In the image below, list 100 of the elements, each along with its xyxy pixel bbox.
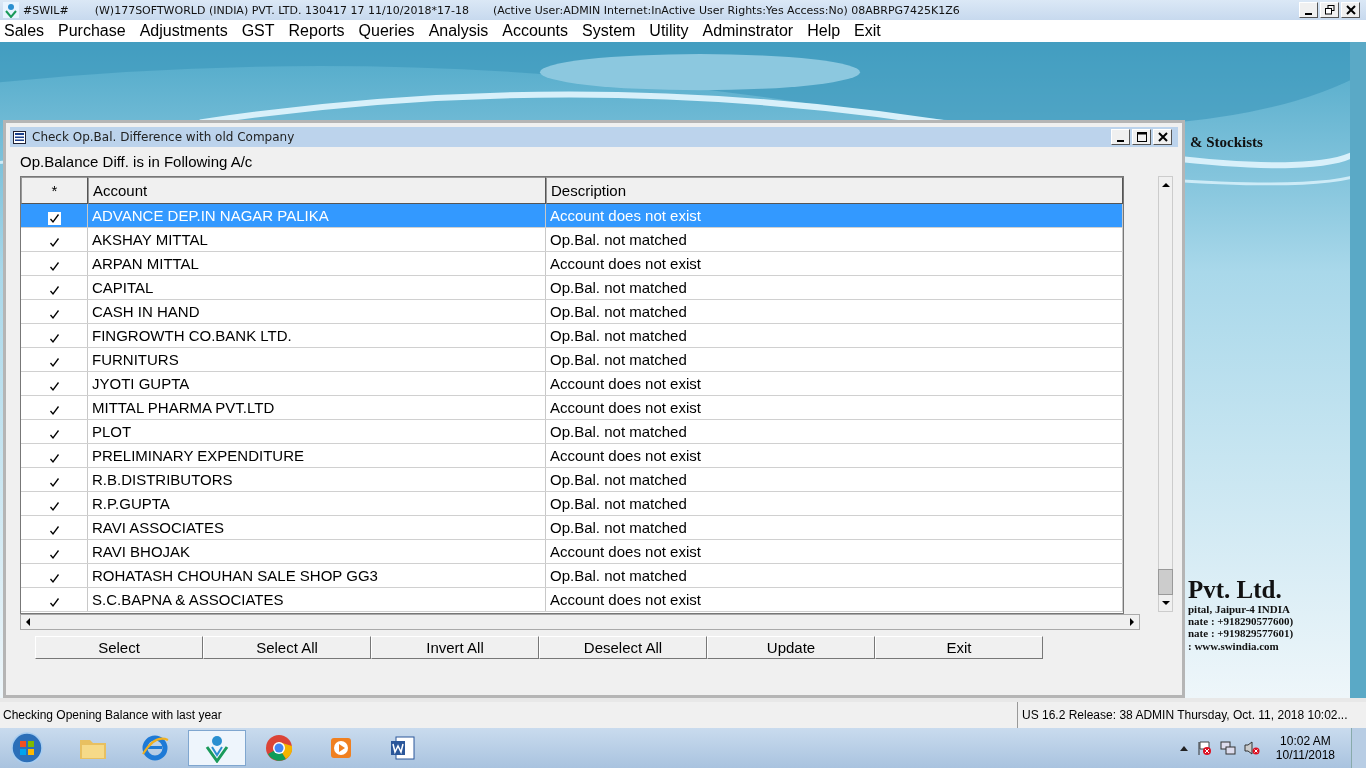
table-cell: FINGROWTH CO.BANK LTD.	[88, 324, 546, 347]
checkbox[interactable]	[47, 260, 61, 273]
menu-item[interactable]: Sales	[4, 22, 45, 40]
document-icon	[388, 734, 418, 762]
table-row[interactable]: JYOTI GUPTA Account does not exist	[21, 372, 1123, 396]
menu-item[interactable]: Help	[807, 22, 841, 40]
browser-icon	[140, 734, 170, 762]
table-cell: R.B.DISTRIBUTORS	[88, 468, 546, 491]
checkbox[interactable]	[47, 356, 61, 369]
table-row[interactable]: ARPAN MITTAL Account does not exist	[21, 252, 1123, 276]
menu-item[interactable]: Utility	[649, 22, 689, 40]
action-button[interactable]: Update	[707, 636, 875, 659]
menu-item[interactable]: Adjustments	[139, 22, 228, 40]
table-cell: Op.Bal. not matched	[546, 420, 1123, 443]
menu-item[interactable]: Analysis	[428, 22, 489, 40]
vertical-scrollbar[interactable]	[1158, 176, 1173, 612]
action-button[interactable]: Invert All	[371, 636, 539, 659]
table-row[interactable]: S.C.BAPNA & ASSOCIATES Account does not exist	[21, 588, 1123, 612]
restore-icon	[1324, 5, 1335, 15]
checkbox[interactable]	[47, 572, 61, 585]
table-cell: Account does not exist	[546, 540, 1123, 563]
column-header[interactable]: Description	[546, 177, 1123, 204]
menu-item[interactable]: Accounts	[502, 22, 568, 40]
close-icon	[1157, 132, 1168, 142]
menu-item[interactable]: System	[582, 22, 636, 40]
checkbox[interactable]	[47, 452, 61, 465]
table-row[interactable]: PLOT Op.Bal. not matched	[21, 420, 1123, 444]
start-button[interactable]	[10, 731, 44, 765]
minimize-button[interactable]	[1111, 129, 1130, 145]
checkbox[interactable]	[47, 596, 61, 609]
table-row[interactable]: PRELIMINARY EXPENDITURE Account does not exist	[21, 444, 1123, 468]
up-arrow-icon[interactable]	[1161, 181, 1170, 189]
table-cell: PLOT	[88, 420, 546, 443]
address-line: nate : +918290577600)	[1188, 615, 1294, 628]
status-message: Checking Opening Balance with last year	[2, 708, 222, 722]
caption-text: Op.Balance Diff. is in Following A/c	[20, 153, 254, 170]
horizontal-scrollbar[interactable]	[20, 614, 1140, 630]
company-info: (W)177SOFTWORLD (INDIA) PVT. LTD. 130417 17 11/10/2018*17-18	[94, 3, 469, 17]
flag-icon[interactable]	[1195, 740, 1212, 756]
maximize-button[interactable]	[1132, 129, 1151, 145]
column-header[interactable]: Account	[88, 177, 546, 204]
checkbox[interactable]	[47, 308, 61, 321]
table-row[interactable]: FINGROWTH CO.BANK LTD. Op.Bal. not matched	[21, 324, 1123, 348]
checkbox[interactable]	[47, 380, 61, 393]
checkbox[interactable]	[47, 236, 61, 249]
menu-item[interactable]: GST	[241, 22, 275, 40]
menu-list-icon	[13, 130, 26, 144]
checkbox[interactable]	[47, 524, 61, 537]
checkbox[interactable]	[47, 332, 61, 345]
table-cell: Account does not exist	[546, 372, 1123, 395]
taskbar-app[interactable]	[188, 730, 246, 766]
table-row[interactable]: CASH IN HAND Op.Bal. not matched	[21, 300, 1123, 324]
table-cell: RAVI ASSOCIATES	[88, 516, 546, 539]
action-button[interactable]: Select All	[203, 636, 371, 659]
checkbox[interactable]	[47, 404, 61, 417]
table-row[interactable]: R.P.GUPTA Op.Bal. not matched	[21, 492, 1123, 516]
left-arrow-icon[interactable]	[24, 618, 32, 626]
show-hidden-icon[interactable]	[1179, 745, 1188, 751]
menu-item[interactable]: Purchase	[58, 22, 126, 40]
table-cell: Account does not exist	[546, 588, 1123, 611]
close-button[interactable]	[1153, 129, 1172, 145]
network-icon[interactable]	[1219, 740, 1236, 756]
checkbox[interactable]	[47, 212, 61, 225]
checkbox[interactable]	[47, 500, 61, 513]
table-row[interactable]: MITTAL PHARMA PVT.LTD Account does not exist	[21, 396, 1123, 420]
close-button[interactable]	[1341, 2, 1360, 18]
menu-item[interactable]: Queries	[358, 22, 415, 40]
checkbox[interactable]	[47, 428, 61, 441]
table-cell: Op.Bal. not matched	[546, 348, 1123, 371]
action-button[interactable]: Deselect All	[539, 636, 707, 659]
maximize-icon	[1136, 132, 1147, 142]
table-row[interactable]: RAVI BHOJAK Account does not exist	[21, 540, 1123, 564]
table-row[interactable]: R.B.DISTRIBUTORS Op.Bal. not matched	[21, 468, 1123, 492]
speaker-muted-icon[interactable]	[1243, 740, 1260, 756]
table-row[interactable]: CAPITAL Op.Bal. not matched	[21, 276, 1123, 300]
menu-item[interactable]: Adminstrator	[702, 22, 794, 40]
table-row[interactable]: RAVI ASSOCIATES Op.Bal. not matched	[21, 516, 1123, 540]
table-cell: ADVANCE DEP.IN NAGAR PALIKA	[88, 204, 546, 227]
checkbox[interactable]	[47, 548, 61, 561]
down-arrow-icon[interactable]	[1161, 599, 1170, 607]
table-cell: AKSHAY MITTAL	[88, 228, 546, 251]
dialog-title: Check Op.Bal. Difference with old Company	[32, 130, 295, 144]
checkbox[interactable]	[47, 476, 61, 489]
action-button[interactable]: Select	[35, 636, 203, 659]
table-row[interactable]: FURNITURS Op.Bal. not matched	[21, 348, 1123, 372]
table-cell: Account does not exist	[546, 204, 1123, 227]
table-row[interactable]: AKSHAY MITTAL Op.Bal. not matched	[21, 228, 1123, 252]
table-cell: Op.Bal. not matched	[546, 516, 1123, 539]
table-cell: FURNITURS	[88, 348, 546, 371]
restore-button[interactable]	[1320, 2, 1339, 18]
table-cell: ROHATASH CHOUHAN SALE SHOP GG3	[88, 564, 546, 587]
checkbox[interactable]	[47, 284, 61, 297]
minimize-button[interactable]	[1299, 2, 1318, 18]
action-button[interactable]: Exit	[875, 636, 1043, 659]
right-arrow-icon[interactable]	[1128, 618, 1136, 626]
menu-item[interactable]: Exit	[854, 22, 881, 40]
column-header[interactable]: *	[21, 177, 88, 204]
table-row[interactable]: ROHATASH CHOUHAN SALE SHOP GG3 Op.Bal. not matched	[21, 564, 1123, 588]
menu-item[interactable]: Reports	[288, 22, 345, 40]
scroll-thumb[interactable]	[1158, 569, 1173, 595]
